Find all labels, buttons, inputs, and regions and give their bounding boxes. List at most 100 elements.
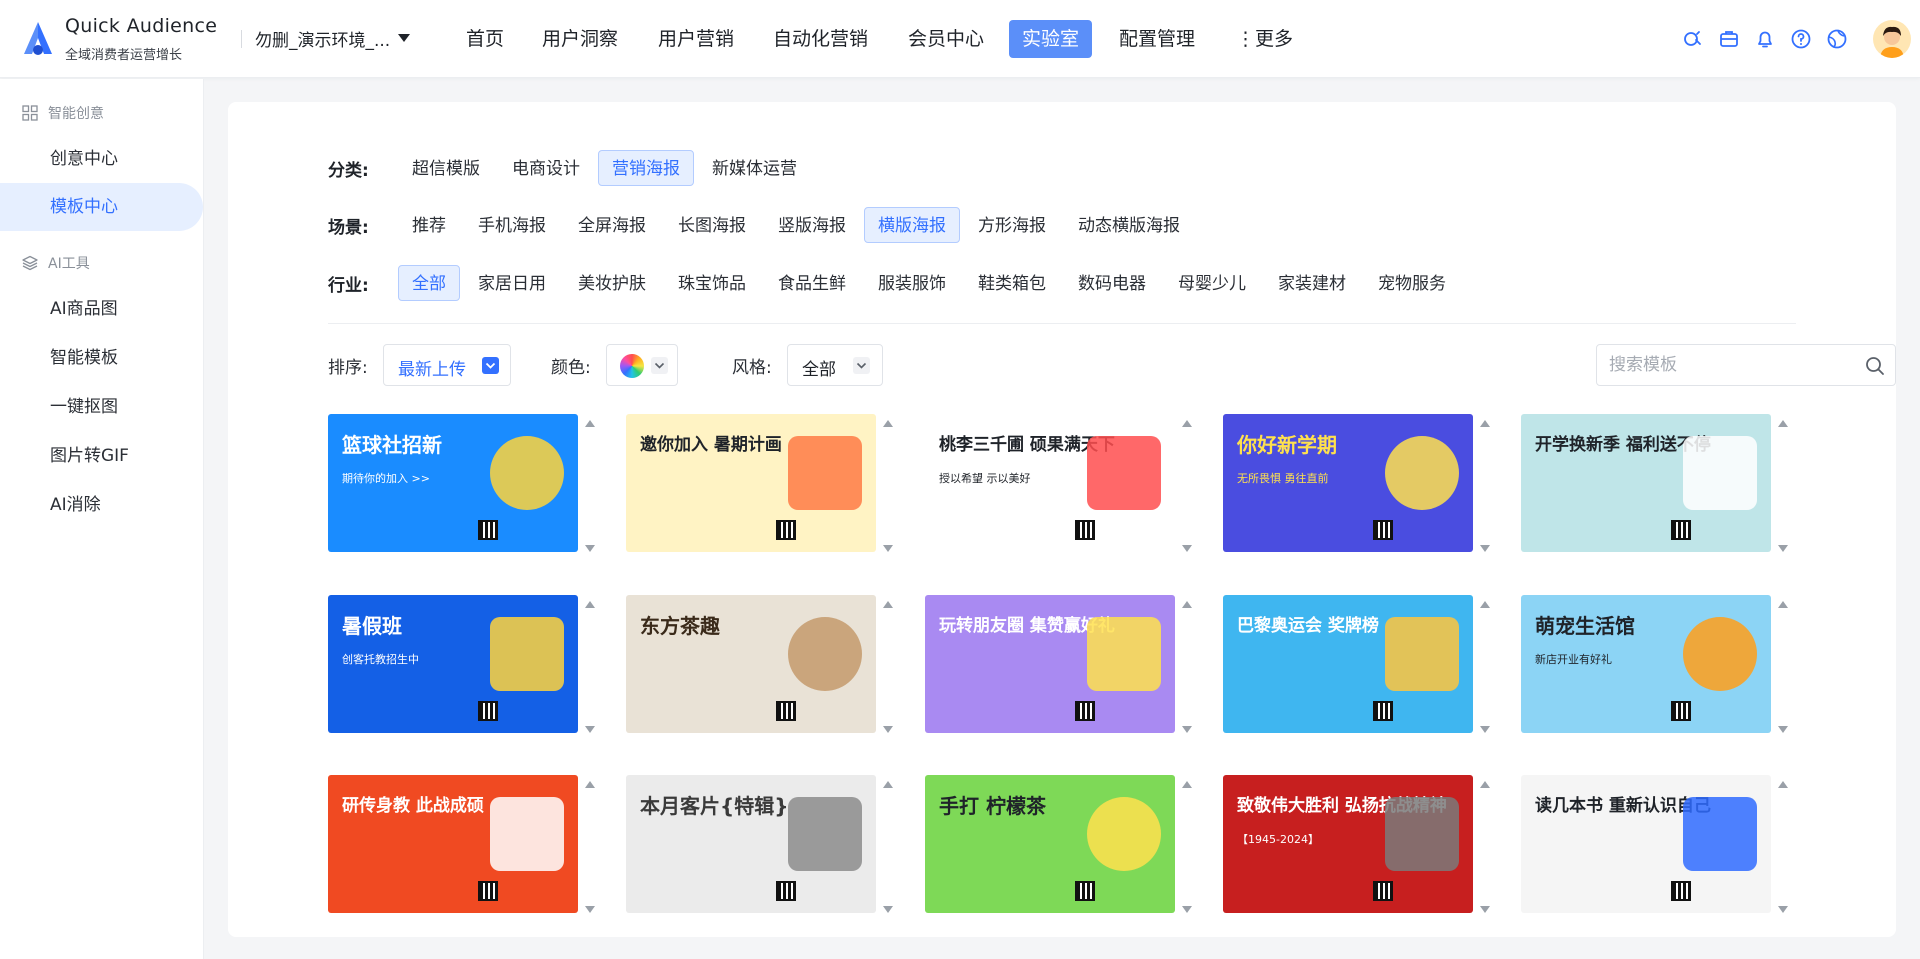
chip-scene[interactable]: 竖版海报 <box>764 207 860 243</box>
chip-industry[interactable]: 宠物服务 <box>1364 265 1460 301</box>
nav-member-center[interactable]: 会员中心 <box>908 20 984 58</box>
sidebar-item-creative-center[interactable]: 创意中心 <box>0 135 203 183</box>
thumbnail-scrollbar[interactable] <box>581 595 599 737</box>
scroll-up-icon[interactable] <box>1182 601 1192 608</box>
scroll-up-icon[interactable] <box>1480 601 1490 608</box>
globe-icon[interactable] <box>1826 28 1848 50</box>
scroll-up-icon[interactable] <box>1480 781 1490 788</box>
nav-lab[interactable]: 实验室 <box>1009 20 1093 58</box>
nav-automation-marketing[interactable]: 自动化营销 <box>773 20 868 58</box>
scroll-up-icon[interactable] <box>883 781 893 788</box>
bell-icon[interactable] <box>1754 28 1776 50</box>
template-thumbnail[interactable]: 萌宠生活馆 新店开业有好礼 <box>1521 595 1771 733</box>
scroll-down-icon[interactable] <box>585 726 595 733</box>
scroll-down-icon[interactable] <box>1480 726 1490 733</box>
nav-more[interactable]: ⋮更多 <box>1236 20 1293 58</box>
template-card[interactable]: 本月客片{特辑} <box>626 775 900 927</box>
template-thumbnail[interactable]: 开学换新季 福利送不停 <box>1521 414 1771 552</box>
template-thumbnail[interactable]: 研传身教 此战成硕 <box>328 775 578 913</box>
template-thumbnail[interactable]: 暑假班 创客托教招生中 <box>328 595 578 733</box>
sidebar-item-ai-product-image[interactable]: AI商品图 <box>0 285 203 333</box>
chip-industry[interactable]: 服装服饰 <box>864 265 960 301</box>
thumbnail-scrollbar[interactable] <box>581 414 599 556</box>
chip-industry[interactable]: 家装建材 <box>1264 265 1360 301</box>
nav-user-marketing[interactable]: 用户营销 <box>658 20 734 58</box>
thumbnail-scrollbar[interactable] <box>879 595 897 737</box>
scroll-down-icon[interactable] <box>1480 545 1490 552</box>
chip-industry[interactable]: 母婴少儿 <box>1164 265 1260 301</box>
scroll-down-icon[interactable] <box>1182 726 1192 733</box>
nav-user-insight[interactable]: 用户洞察 <box>542 20 618 58</box>
template-card[interactable]: 东方茶趣 <box>626 595 900 747</box>
scroll-down-icon[interactable] <box>1778 906 1788 913</box>
scroll-up-icon[interactable] <box>585 601 595 608</box>
chip-scene[interactable]: 方形海报 <box>964 207 1060 243</box>
style-select[interactable]: 全部 <box>787 344 883 386</box>
template-thumbnail[interactable]: 玩转朋友圈 集赞赢好礼 <box>925 595 1175 733</box>
thumbnail-scrollbar[interactable] <box>1178 595 1196 737</box>
sidebar-item-image-to-gif[interactable]: 图片转GIF <box>0 432 203 480</box>
thumbnail-scrollbar[interactable] <box>1476 595 1494 737</box>
chip-industry[interactable]: 家居日用 <box>464 265 560 301</box>
sidebar-item-cutout[interactable]: 一键抠图 <box>0 383 203 431</box>
thumbnail-scrollbar[interactable] <box>1774 595 1792 737</box>
thumbnail-scrollbar[interactable] <box>1178 775 1196 917</box>
scroll-down-icon[interactable] <box>585 906 595 913</box>
color-select[interactable] <box>606 344 678 386</box>
scroll-down-icon[interactable] <box>585 545 595 552</box>
chip-category[interactable]: 超信模版 <box>398 150 494 186</box>
scroll-up-icon[interactable] <box>1778 781 1788 788</box>
template-thumbnail[interactable]: 巴黎奥运会 奖牌榜 <box>1223 595 1473 733</box>
template-thumbnail[interactable]: 邀你加入 暑期计画 <box>626 414 876 552</box>
template-thumbnail[interactable]: 读几本书 重新认识自己 <box>1521 775 1771 913</box>
template-card[interactable]: 篮球社招新 期待你的加入 >> <box>328 414 602 566</box>
template-thumbnail[interactable]: 手打 柠檬茶 <box>925 775 1175 913</box>
thumbnail-scrollbar[interactable] <box>1476 414 1494 556</box>
template-card[interactable]: 开学换新季 福利送不停 <box>1521 414 1795 566</box>
nav-home[interactable]: 首页 <box>466 20 504 58</box>
template-card[interactable]: 玩转朋友圈 集赞赢好礼 <box>925 595 1199 747</box>
chip-category-active[interactable]: 营销海报 <box>598 150 694 186</box>
scroll-up-icon[interactable] <box>585 420 595 427</box>
briefcase-icon[interactable] <box>1718 28 1740 50</box>
chip-scene[interactable]: 推荐 <box>398 207 460 243</box>
sort-select[interactable]: 最新上传 <box>383 344 511 386</box>
template-card[interactable]: 致敬伟大胜利 弘扬抗战精神 【1945-2024】 <box>1223 775 1497 927</box>
scroll-down-icon[interactable] <box>1480 906 1490 913</box>
scroll-down-icon[interactable] <box>883 726 893 733</box>
chip-industry[interactable]: 美妆护肤 <box>564 265 660 301</box>
help-icon[interactable] <box>1790 28 1812 50</box>
template-card[interactable]: 手打 柠檬茶 <box>925 775 1199 927</box>
scroll-up-icon[interactable] <box>1182 781 1192 788</box>
template-thumbnail[interactable]: 本月客片{特辑} <box>626 775 876 913</box>
scroll-down-icon[interactable] <box>1778 545 1788 552</box>
nav-config[interactable]: 配置管理 <box>1119 20 1195 58</box>
chip-industry[interactable]: 食品生鲜 <box>764 265 860 301</box>
template-card[interactable]: 桃李三千圃 硕果满天下 授以希望 示以美好 <box>925 414 1199 566</box>
scroll-up-icon[interactable] <box>1778 420 1788 427</box>
thumbnail-scrollbar[interactable] <box>1178 414 1196 556</box>
ai-assistant-icon[interactable] <box>1682 28 1704 50</box>
thumbnail-scrollbar[interactable] <box>879 414 897 556</box>
chip-scene[interactable]: 手机海报 <box>464 207 560 243</box>
template-search[interactable] <box>1596 344 1896 386</box>
scroll-up-icon[interactable] <box>1182 420 1192 427</box>
scroll-down-icon[interactable] <box>1182 906 1192 913</box>
template-thumbnail[interactable]: 桃李三千圃 硕果满天下 授以希望 示以美好 <box>925 414 1175 552</box>
caret-down-icon[interactable] <box>398 34 410 42</box>
scroll-up-icon[interactable] <box>1778 601 1788 608</box>
workspace-selector[interactable]: 勿删_演示环境_... <box>255 26 390 51</box>
template-thumbnail[interactable]: 篮球社招新 期待你的加入 >> <box>328 414 578 552</box>
chip-industry-active[interactable]: 全部 <box>398 265 460 301</box>
user-avatar[interactable] <box>1873 20 1911 58</box>
chip-scene[interactable]: 全屏海报 <box>564 207 660 243</box>
chip-scene-active[interactable]: 横版海报 <box>864 207 960 243</box>
chip-industry[interactable]: 珠宝饰品 <box>664 265 760 301</box>
scroll-up-icon[interactable] <box>883 601 893 608</box>
quick-audience-logo-icon[interactable] <box>20 20 56 58</box>
sidebar-item-template-center[interactable]: 模板中心 <box>0 183 203 231</box>
thumbnail-scrollbar[interactable] <box>879 775 897 917</box>
scroll-down-icon[interactable] <box>1182 545 1192 552</box>
scroll-down-icon[interactable] <box>883 545 893 552</box>
template-thumbnail[interactable]: 你好新学期 无所畏惧 勇往直前 <box>1223 414 1473 552</box>
